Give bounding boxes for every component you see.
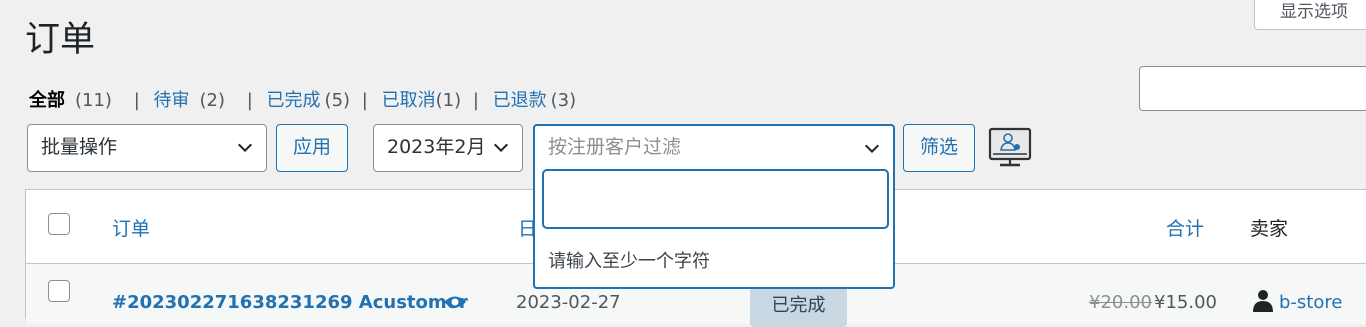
view-all[interactable]: 全部 (11) <box>29 86 112 112</box>
view-completed-count: (5) <box>324 90 351 111</box>
view-separator: | <box>246 90 253 111</box>
screen-options-button[interactable]: 显示选项 <box>1254 0 1366 30</box>
column-total[interactable]: 合计 <box>1166 214 1204 241</box>
row-checkbox[interactable] <box>48 280 70 302</box>
month-filter-select[interactable]: 2023年2月 <box>373 124 523 172</box>
column-order[interactable]: 订单 <box>112 214 150 241</box>
view-all-count: (11) <box>75 90 112 111</box>
seller-link[interactable]: b-store <box>1279 292 1342 313</box>
column-seller: 卖家 <box>1250 218 1289 240</box>
view-separator: | <box>361 90 368 111</box>
customer-filter-dropdown: 请输入至少一个字符 <box>533 169 895 289</box>
order-total-old: ¥20.00 <box>1089 292 1152 313</box>
view-completed-label: 已完成 <box>266 90 321 111</box>
view-completed[interactable]: 已完成 (5) <box>267 86 351 112</box>
chevron-down-icon <box>864 144 880 154</box>
chevron-down-icon <box>237 143 253 153</box>
select-all-checkbox[interactable] <box>48 213 70 235</box>
bulk-action-value: 批量操作 <box>41 136 118 158</box>
apply-button[interactable]: 应用 <box>276 124 348 172</box>
order-link[interactable]: #202302271638231269 Acustomer <box>112 292 468 313</box>
view-pending[interactable]: 待审 (2) <box>154 86 226 112</box>
bulk-action-select[interactable]: 批量操作 <box>27 124 267 172</box>
search-orders-input[interactable] <box>1139 66 1366 111</box>
customer-filter-select[interactable]: 按注册客户过滤 <box>533 124 895 172</box>
order-total-new: ¥15.00 <box>1154 292 1217 313</box>
user-icon <box>1253 290 1273 312</box>
view-all-label: 全部 <box>29 90 65 111</box>
dropdown-hint: 请输入至少一个字符 <box>548 251 710 272</box>
view-separator: | <box>472 90 479 111</box>
eye-preview-icon[interactable] <box>443 294 467 310</box>
remote-support-icon[interactable] <box>987 127 1033 169</box>
view-cancelled[interactable]: 已取消(1) <box>382 86 462 112</box>
customer-filter-placeholder: 按注册客户过滤 <box>548 136 682 158</box>
view-refunded[interactable]: 已退款 (3) <box>493 86 577 112</box>
view-cancelled-count: (1) <box>435 90 462 111</box>
view-pending-count: (2) <box>199 90 226 111</box>
month-filter-value: 2023年2月 <box>387 136 486 158</box>
view-cancelled-label: 已取消 <box>381 90 436 111</box>
order-date: 2023-02-27 <box>516 292 621 313</box>
status-badge: 已完成 <box>750 287 847 327</box>
page-title: 订单 <box>25 20 96 60</box>
view-pending-label: 待审 <box>153 90 190 111</box>
view-refunded-count: (3) <box>550 90 577 111</box>
chevron-down-icon <box>493 143 509 153</box>
customer-search-input[interactable] <box>542 169 889 229</box>
view-refunded-label: 已退款 <box>492 90 547 111</box>
view-separator: | <box>133 90 140 111</box>
status-views: 全部 (11) | 待审 (2) | 已完成 (5) | 已取消(1) | 已退款 (3… <box>29 86 576 112</box>
filter-button[interactable]: 筛选 <box>903 124 975 172</box>
